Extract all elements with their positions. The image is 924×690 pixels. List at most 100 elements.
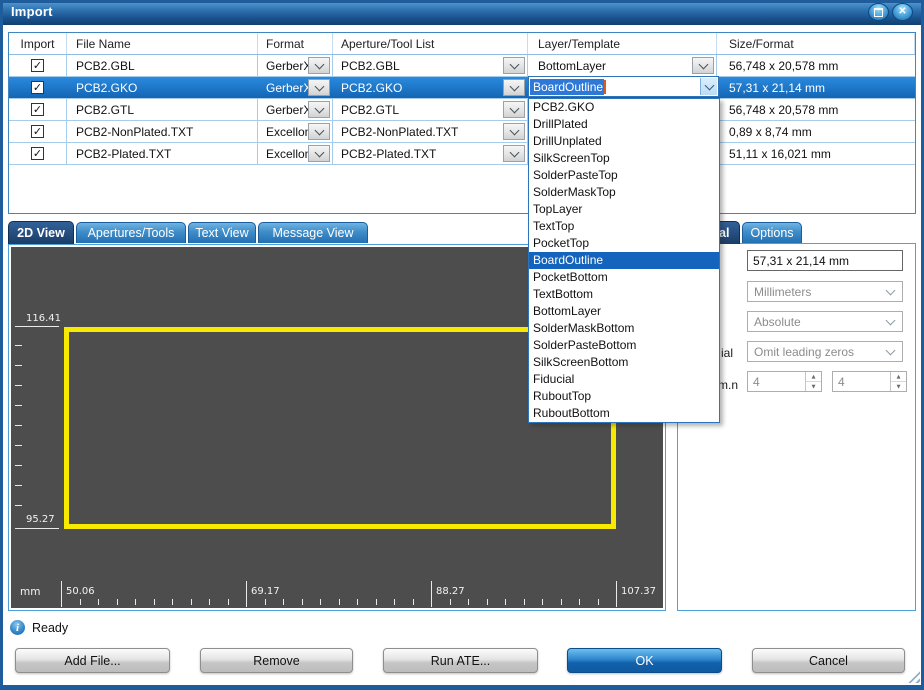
column-header-format[interactable]: Format	[258, 33, 333, 54]
y-axis-tick	[15, 528, 59, 529]
size-format-input[interactable]: 57,31 x 21,14 mm	[747, 250, 903, 271]
layer-option[interactable]: TextTop	[529, 218, 719, 235]
x-minor-tick	[542, 599, 543, 605]
x-minor-tick	[339, 599, 340, 605]
aperture-dropdown-button[interactable]	[503, 79, 525, 96]
combobox-open-button[interactable]	[700, 78, 717, 95]
format-dropdown-button[interactable]	[308, 145, 330, 162]
spinner-up-icon: ▲	[806, 372, 821, 382]
layer-dropdown-list: PCB2.GKO DrillPlated DrillUnplated SilkS…	[528, 98, 720, 423]
spinner-up-icon: ▲	[891, 372, 906, 382]
layer-option[interactable]: TextBottom	[529, 286, 719, 303]
y-minor-tick	[15, 405, 22, 406]
tab-message-view[interactable]: Message View	[258, 222, 368, 243]
layer-option[interactable]: RuboutTop	[529, 388, 719, 405]
table-row[interactable]: ✓ PCB2-Plated.TXT Excellon PCB2-Plated.T…	[9, 143, 915, 165]
tab-apertures-tools[interactable]: Apertures/Tools	[76, 222, 186, 243]
import-checkbox[interactable]: ✓	[31, 81, 44, 94]
ok-button[interactable]: OK	[567, 648, 722, 673]
aperture-value: PCB2-Plated.TXT	[341, 147, 436, 161]
column-header-file-name[interactable]: File Name	[67, 33, 258, 54]
chevron-down-icon	[704, 80, 714, 90]
cancel-button[interactable]: Cancel	[752, 648, 905, 673]
x-minor-tick	[487, 599, 488, 605]
check-icon: ✓	[33, 148, 42, 159]
resize-grip[interactable]	[907, 670, 920, 683]
layer-option[interactable]: PocketTop	[529, 235, 719, 252]
format-dropdown-button[interactable]	[308, 123, 330, 140]
add-file-button[interactable]: Add File...	[15, 648, 170, 673]
tab-text-view[interactable]: Text View	[188, 222, 256, 243]
x-minor-tick	[376, 599, 377, 605]
y-minor-tick	[15, 485, 22, 486]
x-minor-tick	[191, 599, 192, 605]
table-row-selected[interactable]: ✓ PCB2.GKO GerberX PCB2.GKO 57,31 x 21,1…	[9, 77, 915, 99]
import-checkbox[interactable]: ✓	[31, 59, 44, 72]
chevron-down-icon	[314, 103, 324, 113]
column-header-size[interactable]: Size/Format	[717, 33, 915, 54]
maximize-button[interactable]	[868, 3, 889, 21]
aperture-dropdown-button[interactable]	[503, 145, 525, 162]
file-name-cell: PCB2-Plated.TXT	[67, 143, 258, 164]
combobox-selected-text: BoardOutline	[530, 79, 604, 95]
units-dropdown: Millimeters	[747, 281, 903, 302]
x-minor-tick	[598, 599, 599, 605]
x-tick-label: 69.17	[251, 586, 280, 597]
chevron-down-icon	[886, 316, 896, 326]
ruler-unit-label: mm	[20, 586, 40, 598]
layer-option[interactable]: SolderPasteTop	[529, 167, 719, 184]
column-header-import[interactable]: Import	[9, 33, 67, 54]
layer-option[interactable]: DrillPlated	[529, 116, 719, 133]
aperture-value: PCB2.GKO	[341, 81, 402, 95]
check-icon: ✓	[33, 126, 42, 137]
table-row[interactable]: ✓ PCB2.GTL GerberX PCB2.GTL 56,748 x 20,…	[9, 99, 915, 121]
column-header-aperture[interactable]: Aperture/Tool List	[333, 33, 528, 54]
layer-option[interactable]: RuboutBottom	[529, 405, 719, 422]
close-button[interactable]: ✕	[892, 3, 913, 21]
format-dropdown-button[interactable]	[308, 101, 330, 118]
titlebar[interactable]: Import	[0, 0, 924, 25]
format-value: GerberX	[266, 59, 311, 73]
x-minor-tick	[394, 599, 395, 605]
layer-option-selected[interactable]: BoardOutline	[529, 252, 719, 269]
run-ate-button[interactable]: Run ATE...	[383, 648, 538, 673]
y-minor-tick	[15, 445, 22, 446]
aperture-value: PCB2-NonPlated.TXT	[341, 125, 458, 139]
layer-template-combobox[interactable]: BoardOutline	[528, 76, 719, 97]
tab-options[interactable]: Options	[742, 222, 802, 243]
x-minor-tick	[450, 599, 451, 605]
layer-option[interactable]: PCB2.GKO	[529, 99, 719, 116]
layer-option[interactable]: SilkScreenBottom	[529, 354, 719, 371]
tab-2d-view[interactable]: 2D View	[8, 221, 74, 244]
x-minor-tick	[302, 599, 303, 605]
layer-option[interactable]: SilkScreenTop	[529, 150, 719, 167]
aperture-dropdown-button[interactable]	[503, 101, 525, 118]
layer-option[interactable]: Fiducial	[529, 371, 719, 388]
aperture-dropdown-button[interactable]	[503, 57, 525, 74]
layer-option[interactable]: SolderPasteBottom	[529, 337, 719, 354]
layer-option[interactable]: SolderMaskTop	[529, 184, 719, 201]
import-checkbox[interactable]: ✓	[31, 147, 44, 160]
layer-option[interactable]: BottomLayer	[529, 303, 719, 320]
import-checkbox[interactable]: ✓	[31, 103, 44, 116]
maximize-icon	[874, 8, 883, 17]
layer-option[interactable]: SolderMaskBottom	[529, 320, 719, 337]
layer-dropdown-button[interactable]	[692, 57, 714, 74]
remove-button[interactable]: Remove	[200, 648, 353, 673]
digits-m-spinner: 4 ▲▼	[747, 371, 822, 392]
import-checkbox[interactable]: ✓	[31, 125, 44, 138]
table-row[interactable]: ✓ PCB2-NonPlated.TXT Excellon PCB2-NonPl…	[9, 121, 915, 143]
chevron-down-icon	[509, 125, 519, 135]
check-icon: ✓	[33, 60, 42, 71]
column-header-layer[interactable]: Layer/Template	[528, 33, 717, 54]
layer-option[interactable]: DrillUnplated	[529, 133, 719, 150]
format-dropdown-button[interactable]	[308, 57, 330, 74]
size-cell: 0,89 x 8,74 mm	[717, 121, 915, 142]
x-minor-tick	[579, 599, 580, 605]
layer-option[interactable]: PocketBottom	[529, 269, 719, 286]
table-row[interactable]: ✓ PCB2.GBL GerberX PCB2.GBL BottomLayer …	[9, 55, 915, 77]
layer-option[interactable]: TopLayer	[529, 201, 719, 218]
format-dropdown-button[interactable]	[308, 79, 330, 96]
aperture-value: PCB2.GBL	[341, 59, 400, 73]
aperture-dropdown-button[interactable]	[503, 123, 525, 140]
